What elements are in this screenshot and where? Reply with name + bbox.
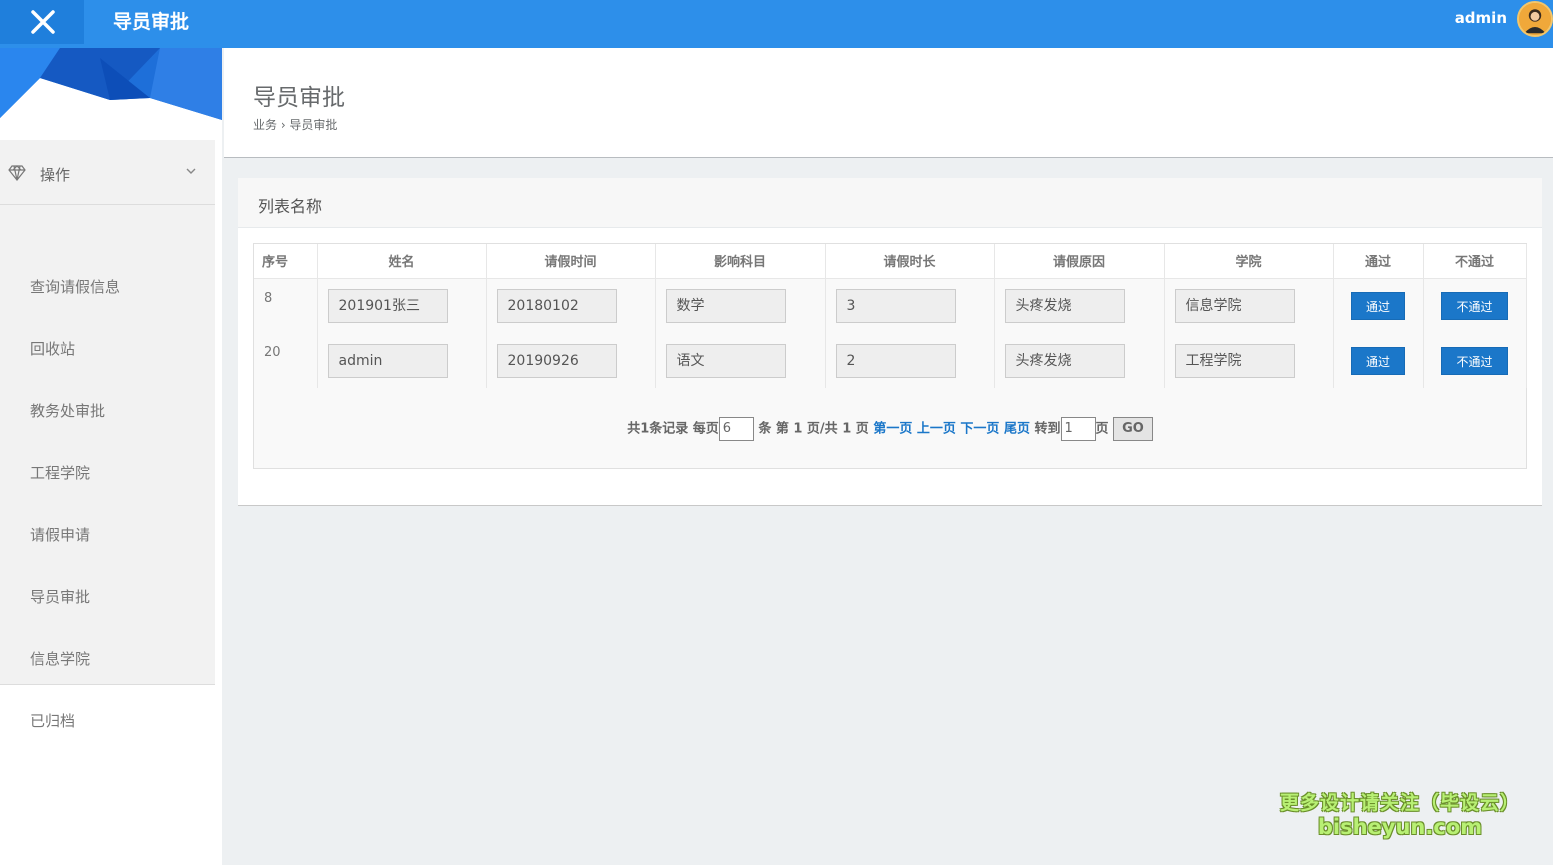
column-header-duration: 请假时长 [825,244,995,279]
pager-total-text: 共1条记录 每页 [627,421,719,437]
column-header-subject: 影响科目 [655,244,826,279]
app-title: 导员审批 [113,11,190,33]
name-field[interactable]: admin [327,343,448,378]
pagination: 共1条记录 每页 6 条 第 1 页/共 1 页 第一页 上一页 下一页 尾页 转… [254,417,1526,441]
sidebar: 操作 查询请假信息 回收站 教务处审批 工程学院 请假申请 导员审批 信息学院 … [0,48,222,865]
sidebar-item-leave-request[interactable]: 请假申请 [30,524,90,545]
reject-button[interactable]: 不通过 [1441,291,1508,320]
page-header: 导员审批 业务 › 导员审批 [224,48,1553,158]
subject-field[interactable]: 数学 [665,288,786,323]
column-header-index: 序号 [254,244,318,279]
row-index: 20 [254,333,318,388]
table-row: 20 admin 20190926 语文 2 头疼发烧 工程学院 通过 不通过 [254,333,1527,388]
duration-field[interactable]: 3 [835,288,956,323]
menu-group-operations[interactable]: 操作 [0,140,215,205]
breadcrumb: 业务 › 导员审批 [253,118,338,132]
diamond-icon [8,165,26,181]
approve-button[interactable]: 通过 [1350,291,1405,320]
subject-field[interactable]: 语文 [665,343,786,378]
go-button[interactable]: GO [1113,417,1153,441]
sidebar-menu: 操作 查询请假信息 回收站 教务处审批 工程学院 请假申请 导员审批 信息学院 … [0,140,215,730]
sidebar-banner-decoration [0,48,222,128]
list-panel: 列表名称 序号 姓名 请假时间 影响科目 请假时长 请假原因 学院 通过 不通过 [238,178,1542,506]
column-header-reason: 请假原因 [994,244,1165,279]
per-page-input[interactable]: 6 [718,417,754,441]
last-page-link[interactable]: 尾页 [1004,422,1030,437]
table-header-row: 序号 姓名 请假时间 影响科目 请假时长 请假原因 学院 通过 不通过 [254,244,1527,279]
sidebar-item-recycle-bin[interactable]: 回收站 [30,338,75,359]
sidebar-item-information[interactable]: 信息学院 [30,648,90,669]
data-table: 序号 姓名 请假时间 影响科目 请假时长 请假原因 学院 通过 不通过 8 20… [253,243,1527,469]
goto-page-input[interactable]: 1 [1060,417,1096,441]
leave-time-field[interactable]: 20180102 [496,288,617,323]
column-header-name: 姓名 [317,244,487,279]
top-bar: 导员审批 admin [0,0,1553,48]
leave-time-field[interactable]: 20190926 [496,343,617,378]
college-field[interactable]: 工程学院 [1174,343,1295,378]
sidebar-divider [0,684,215,685]
sidebar-item-archived[interactable]: 已归档 [30,710,75,731]
name-field[interactable]: 201901张三 [327,288,448,323]
sidebar-item-counselor-approval[interactable]: 导员审批 [30,586,90,607]
column-header-reject: 不通过 [1423,244,1527,279]
user-name[interactable]: admin [1455,9,1507,27]
duration-field[interactable]: 2 [835,343,956,378]
column-header-approve: 通过 [1333,244,1424,279]
chevron-down-icon [186,168,196,174]
row-index: 8 [254,278,318,333]
panel-title: 列表名称 [258,197,323,216]
column-header-college: 学院 [1164,244,1334,279]
panel-header: 列表名称 [238,178,1542,228]
first-page-link[interactable]: 第一页 [873,422,912,437]
approve-button[interactable]: 通过 [1350,346,1405,375]
sidebar-item-academic-approval[interactable]: 教务处审批 [30,400,105,421]
page-suffix: 页 [1095,421,1109,437]
reason-field[interactable]: 头疼发烧 [1004,343,1125,378]
sidebar-toggle-button[interactable] [0,0,84,44]
close-icon [31,10,55,34]
watermark-line2: bisheyun.com [1317,815,1483,839]
user-avatar-icon [1519,3,1551,35]
column-header-time: 请假时间 [486,244,656,279]
watermark: 更多设计请关注（毕设云） bisheyun.com [1270,788,1530,839]
pager-page-info: 条 第 1 页/共 1 页 [758,421,869,437]
reject-button[interactable]: 不通过 [1441,346,1508,375]
menu-group-label: 操作 [40,166,71,184]
table-row: 8 201901张三 20180102 数学 3 头疼发烧 信息学院 通过 不通… [254,278,1527,333]
sidebar-item-engineering[interactable]: 工程学院 [30,462,90,483]
page-title: 导员审批 [253,85,345,111]
next-page-link[interactable]: 下一页 [960,422,999,437]
avatar[interactable] [1517,1,1553,37]
sidebar-item-query-leave[interactable]: 查询请假信息 [30,276,120,297]
goto-label: 转到 [1034,421,1061,437]
watermark-line1: 更多设计请关注（毕设云） [1279,792,1520,814]
reason-field[interactable]: 头疼发烧 [1004,288,1125,323]
college-field[interactable]: 信息学院 [1174,288,1295,323]
prev-page-link[interactable]: 上一页 [917,422,956,437]
